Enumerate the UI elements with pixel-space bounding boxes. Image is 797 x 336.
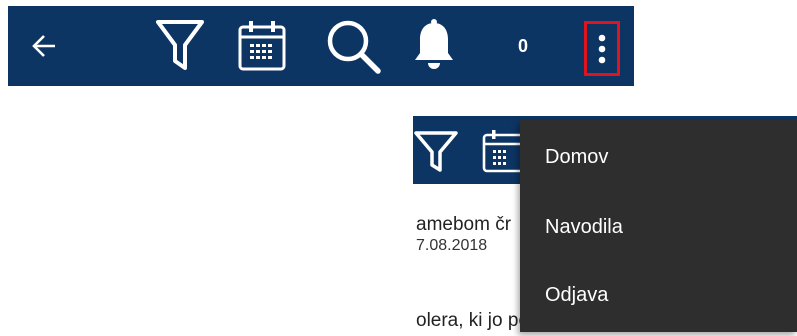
filter-icon[interactable] <box>150 6 210 86</box>
more-options-button[interactable] <box>584 21 620 76</box>
menu-item-domov[interactable]: Domov <box>545 146 608 169</box>
menu-item-odjava[interactable]: Odjava <box>545 284 608 307</box>
filter-icon <box>413 128 459 174</box>
calendar-icon[interactable] <box>232 6 292 86</box>
search-icon[interactable] <box>318 6 388 86</box>
top-app-bar: 0 <box>8 6 634 86</box>
overflow-menu: Domov Navodila Odjava <box>520 120 797 332</box>
notification-count: 0 <box>517 35 528 56</box>
preview-title-text: amebom čr <box>416 214 512 235</box>
more-vert-icon <box>598 34 606 63</box>
screenshot-composite: 0 amebom čr 7.08.2018 olera, ki jo Domov… <box>0 0 797 336</box>
bell-icon[interactable] <box>404 6 464 86</box>
menu-item-navodila[interactable]: Navodila <box>545 216 623 239</box>
back-arrow-icon[interactable] <box>24 6 64 86</box>
preview-date: 7.08.2018 <box>416 237 488 254</box>
